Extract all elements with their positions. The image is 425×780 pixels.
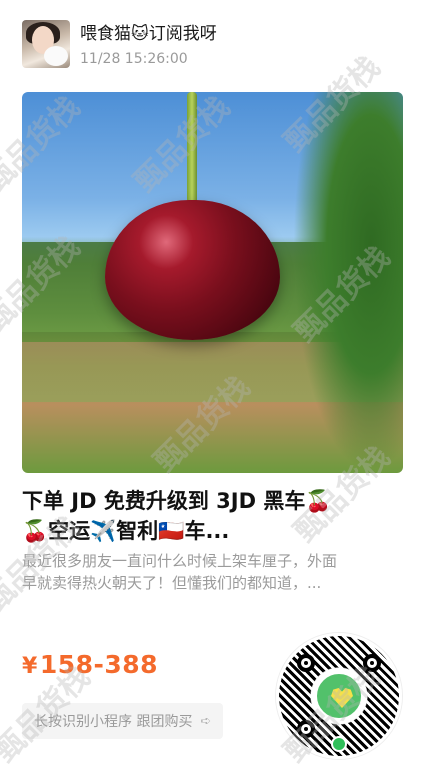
post-timestamp: 11/28 15:26:00 — [80, 51, 188, 67]
author-name[interactable]: 喂食猫🐱订阅我呀 — [80, 23, 217, 45]
price-range: ¥158-388 — [22, 650, 158, 679]
description-line: 早就卖得热火朝天了！但懂我们的都知道，... — [22, 574, 322, 592]
qr-finder-icon — [297, 720, 315, 738]
mini-program-logo-icon — [314, 671, 364, 721]
mini-program-qr-code[interactable] — [276, 633, 402, 759]
product-description: 最近很多朋友一直问什么时候上架车厘子，外面 早就卖得热火朝天了！但懂我们的都知道… — [22, 550, 403, 594]
qr-finder-icon — [297, 654, 315, 672]
price-value: 158-388 — [39, 650, 159, 679]
scan-to-buy-button[interactable]: 长按识别小程序 跟团购买 ➪ — [22, 703, 224, 739]
currency-symbol: ¥ — [22, 654, 38, 679]
product-title-line: 🍒空运✈️智利🇨🇱车... — [22, 519, 230, 543]
forward-arrow-icon: ➪ — [200, 713, 212, 729]
product-title[interactable]: 下单 JD 免费升级到 3JD 黑车🍒 🍒空运✈️智利🇨🇱车... — [22, 486, 403, 546]
product-title-line: 下单 JD 免费升级到 3JD 黑车🍒 — [22, 489, 332, 513]
mini-program-badge-icon — [331, 736, 347, 752]
author-avatar[interactable] — [22, 20, 70, 68]
scan-to-buy-label: 长按识别小程序 跟团购买 — [34, 714, 193, 730]
heart-icon — [331, 688, 353, 708]
qr-finder-icon — [363, 654, 381, 672]
cherry-illustration — [105, 200, 280, 340]
description-line: 最近很多朋友一直问什么时候上架车厘子，外面 — [22, 552, 338, 570]
post-header: 喂食猫🐱订阅我呀 11/28 15:26:00 — [22, 20, 402, 72]
post-meta: 喂食猫🐱订阅我呀 11/28 15:26:00 — [80, 20, 217, 72]
product-image[interactable] — [22, 92, 403, 473]
